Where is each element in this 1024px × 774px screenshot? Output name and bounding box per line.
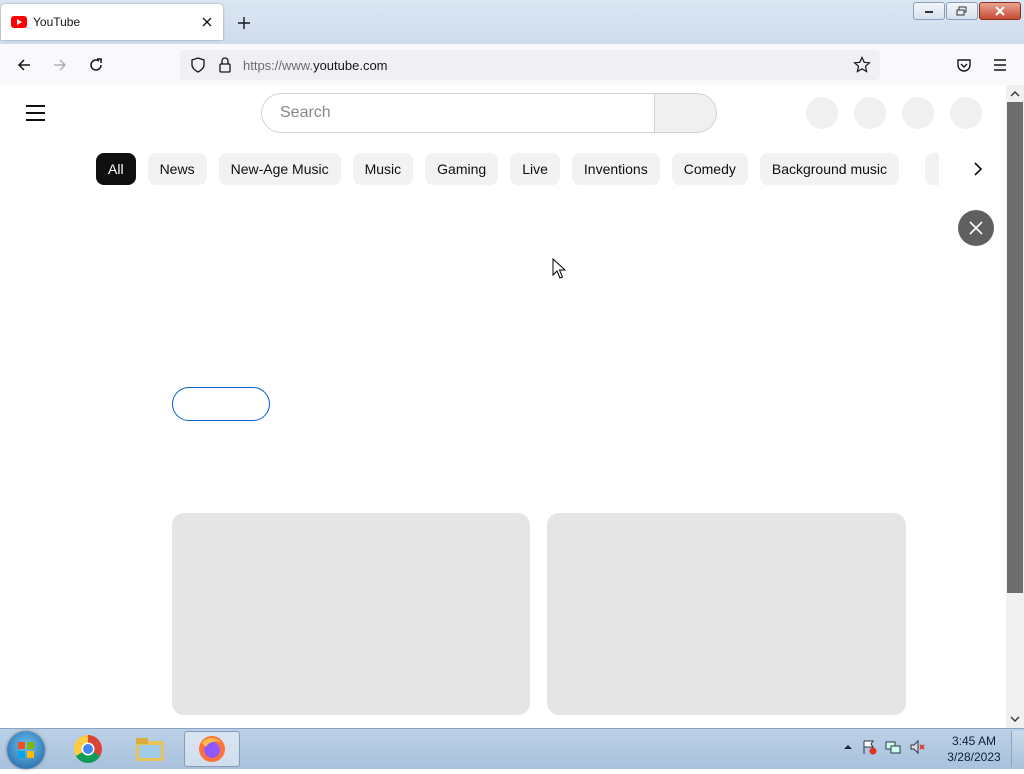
mouse-cursor-icon [552,258,566,279]
firefox-icon [199,736,225,762]
minimize-icon [925,11,933,13]
category-chips: All News New-Age Music Music Gaming Live… [96,153,900,185]
address-bar[interactable]: https://www.youtube.com [180,50,880,80]
pocket-button[interactable] [952,53,976,77]
clock-date: 3/28/2023 [947,750,1001,764]
new-tab-button[interactable] [232,12,256,34]
chip-background-music[interactable]: Background music [759,153,900,185]
scroll-up-arrow[interactable] [1009,88,1021,100]
page-scrollbar[interactable] [1006,85,1024,728]
scroll-down-arrow[interactable] [1009,713,1021,725]
taskbar-chrome[interactable] [60,731,116,767]
guide-menu-button[interactable] [24,101,48,125]
chip-inventions[interactable]: Inventions [571,153,660,185]
chip-all[interactable]: All [96,153,136,185]
pocket-icon [957,59,971,72]
url-text[interactable]: https://www.youtube.com [243,58,388,73]
search-box [261,93,655,133]
restore-icon [956,6,967,16]
app-menu-button[interactable] [988,53,1012,77]
tab-close-icon[interactable] [197,12,217,32]
placeholder-circle-1[interactable] [806,97,838,129]
outlined-pill-button[interactable] [172,387,270,421]
search-input[interactable] [278,103,642,123]
shield-icon[interactable] [190,57,206,73]
chevron-right-icon [974,162,983,176]
volume-muted-icon[interactable] [909,739,925,755]
search-button[interactable] [654,93,717,133]
video-thumbnail-placeholder[interactable] [547,513,906,715]
chevron-down-icon [1010,716,1020,722]
tab-youtube[interactable]: YouTube [1,4,223,40]
scrollbar-thumb[interactable] [1007,102,1023,593]
show-desktop-button[interactable] [1011,731,1024,767]
minimize-button[interactable] [913,2,945,20]
chevron-up-icon [1010,91,1020,97]
windows-logo-icon [18,742,34,758]
taskbar-firefox[interactable] [184,731,240,767]
bookmark-star-icon[interactable] [853,56,871,74]
placeholder-circle-4[interactable] [950,97,982,129]
chip-new-age-music[interactable]: New-Age Music [218,153,341,185]
chip-live[interactable]: Live [510,153,560,185]
tab-title: YouTube [33,15,81,29]
window-controls [913,2,1021,20]
chip-news[interactable]: News [147,153,207,185]
close-icon [995,6,1005,16]
system-clock[interactable]: 3:45 AM 3/28/2023 [940,733,1008,765]
window-close-button[interactable] [979,2,1021,20]
lock-icon[interactable] [218,57,232,73]
restore-button[interactable] [946,2,978,20]
browser-toolbar: https://www.youtube.com [0,44,1024,86]
reload-icon [90,58,102,71]
browser-titlebar: YouTube [0,0,1024,44]
taskbar-file-explorer[interactable] [122,731,178,767]
placeholder-circle-3[interactable] [902,97,934,129]
video-thumbnail-placeholder[interactable] [172,513,530,715]
chip-overflow-partial[interactable] [925,153,939,185]
system-tray [843,739,925,755]
reload-button[interactable] [84,53,108,77]
windows-taskbar: 3:45 AM 3/28/2023 [0,728,1024,769]
dismiss-button[interactable] [958,210,994,246]
back-arrow-icon [17,59,30,71]
file-explorer-icon [136,738,164,761]
show-hidden-icons-icon[interactable] [843,743,853,751]
action-center-flag-icon[interactable] [861,739,877,755]
forward-button[interactable] [48,53,72,77]
back-button[interactable] [12,53,36,77]
chips-next-button[interactable] [966,157,990,181]
menu-icon [994,59,1006,71]
close-icon [969,221,983,235]
plus-icon [238,17,250,29]
chip-music[interactable]: Music [352,153,414,185]
youtube-icon [11,16,27,28]
clock-time: 3:45 AM [951,734,997,748]
forward-arrow-icon [54,59,67,71]
chip-comedy[interactable]: Comedy [671,153,748,185]
youtube-page: All News New-Age Music Music Gaming Live… [0,85,1006,728]
network-icon[interactable] [885,739,901,755]
chip-gaming[interactable]: Gaming [425,153,499,185]
placeholder-circle-2[interactable] [854,97,886,129]
start-button[interactable] [7,731,45,769]
chrome-icon [74,735,102,763]
